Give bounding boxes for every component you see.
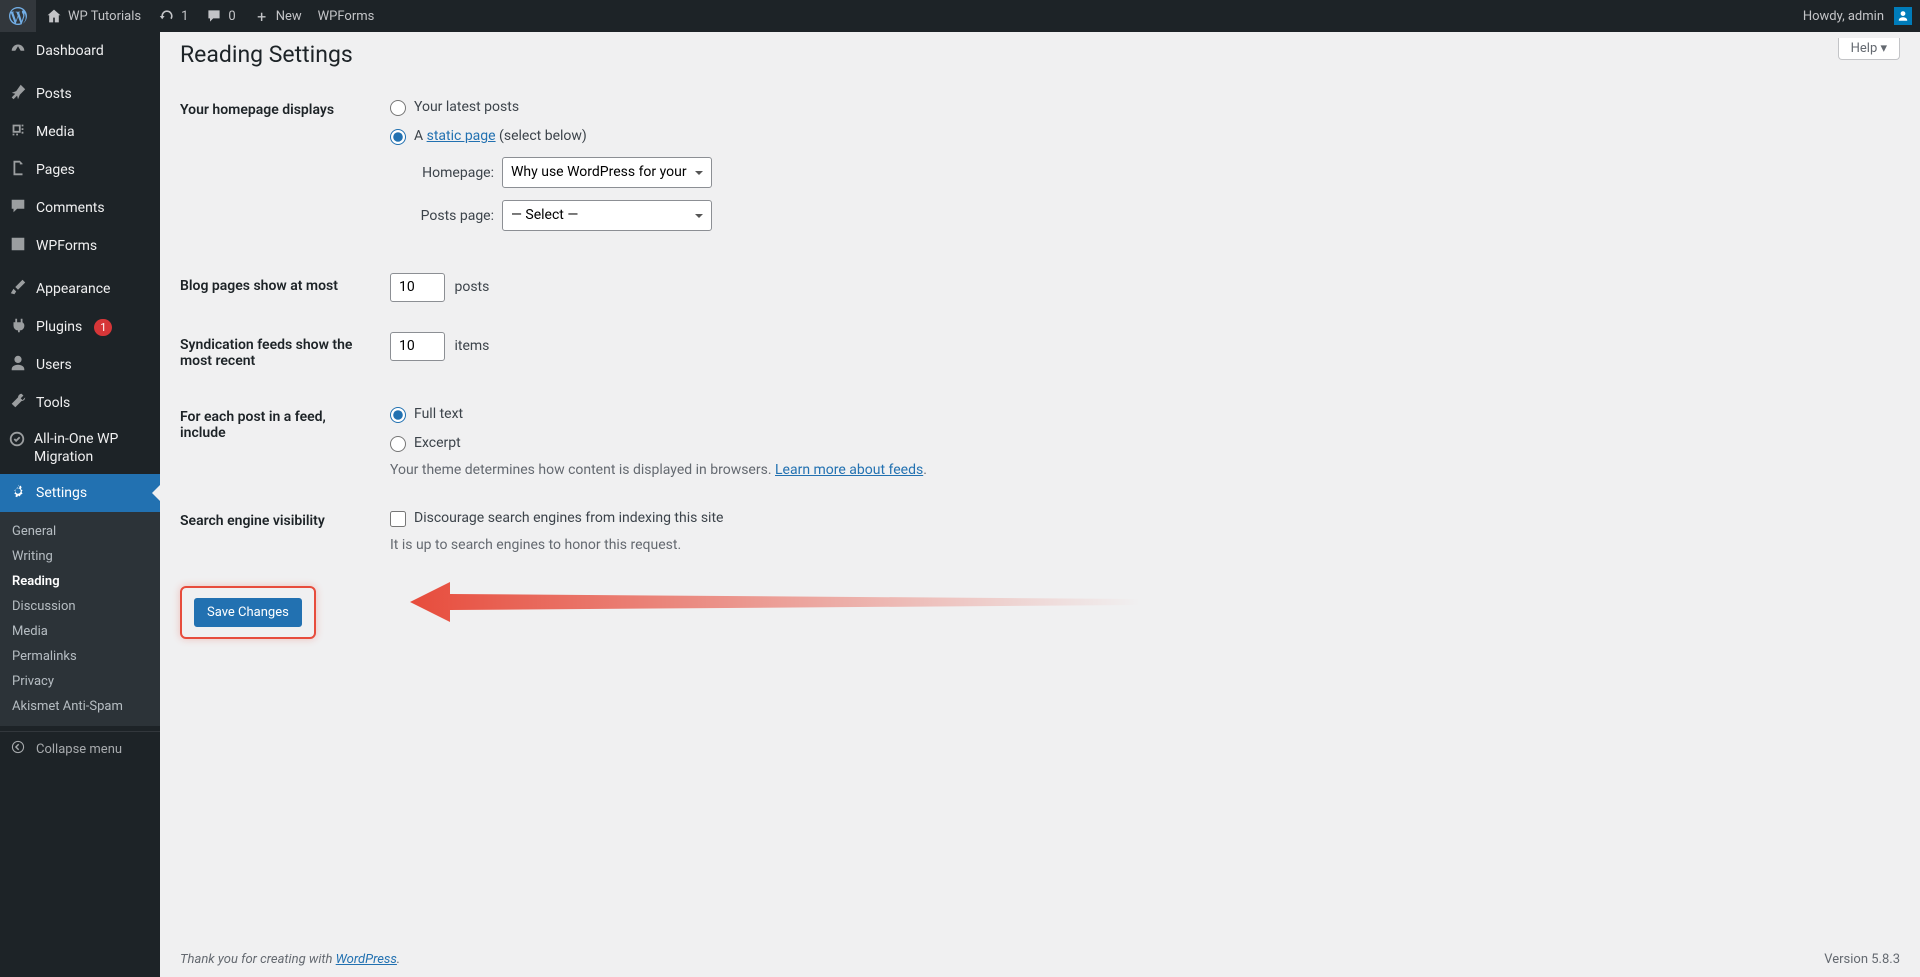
admin-footer: Thank you for creating with WordPress. V… [180, 952, 1900, 967]
visibility-label: Search engine visibility [180, 493, 380, 568]
plus-icon: + [252, 7, 272, 26]
home-icon [44, 8, 64, 24]
wordpress-icon [8, 7, 28, 25]
save-highlight: Save Changes [180, 586, 316, 639]
discourage-checkbox[interactable] [390, 511, 406, 527]
sidebar-item-appearance[interactable]: Appearance [0, 270, 160, 308]
sidebar-item-posts[interactable]: Posts [0, 75, 160, 113]
sidebar-item-users[interactable]: Users [0, 346, 160, 384]
learn-feeds-link[interactable]: Learn more about feeds [775, 462, 923, 478]
submenu-discussion[interactable]: Discussion [0, 594, 160, 619]
excerpt-label: Excerpt [414, 433, 461, 454]
submenu-reading[interactable]: Reading [0, 569, 160, 594]
plugins-badge: 1 [94, 319, 112, 336]
homepage-displays-label: Your homepage displays [180, 82, 380, 258]
settings-submenu: General Writing Reading Discussion Media… [0, 512, 160, 726]
dashboard-icon [8, 40, 28, 62]
wrench-icon [8, 392, 28, 414]
radio-latest-posts[interactable] [390, 100, 406, 116]
content-area: Help ▾ Reading Settings Your homepage di… [160, 32, 1920, 977]
site-name-text: WP Tutorials [68, 9, 141, 24]
sidebar-item-migration[interactable]: All-in-One WP Migration [0, 422, 160, 474]
submenu-general[interactable]: General [0, 519, 160, 544]
admin-sidebar: Dashboard Posts Media Pages Comments WPF… [0, 32, 160, 977]
static-page-link[interactable]: static page [427, 128, 496, 144]
comments-count: 0 [228, 9, 235, 24]
site-name-menu[interactable]: WP Tutorials [36, 0, 149, 32]
wpforms-label: WPForms [318, 9, 375, 24]
submenu-writing[interactable]: Writing [0, 544, 160, 569]
save-changes-button[interactable]: Save Changes [194, 598, 302, 627]
comments-menu[interactable]: 0 [196, 0, 243, 32]
syndication-label: Syndication feeds show the most recent [180, 317, 380, 389]
account-menu[interactable]: Howdy, admin [1795, 0, 1920, 32]
update-icon [157, 8, 177, 24]
sidebar-item-pages[interactable]: Pages [0, 151, 160, 189]
updates-menu[interactable]: 1 [149, 0, 196, 32]
submenu-permalinks[interactable]: Permalinks [0, 644, 160, 669]
homepage-select-label: Homepage: [414, 165, 494, 181]
syndication-unit: items [454, 338, 489, 354]
sidebar-item-plugins[interactable]: Plugins 1 [0, 308, 160, 346]
feed-include-label: For each post in a feed, include [180, 389, 380, 493]
submenu-akismet[interactable]: Akismet Anti-Spam [0, 694, 160, 719]
syndication-input[interactable] [390, 332, 445, 361]
comment-icon [8, 197, 28, 219]
sidebar-item-settings[interactable]: Settings [0, 474, 160, 512]
collapse-icon [8, 740, 28, 758]
sidebar-item-media[interactable]: Media [0, 113, 160, 151]
page-icon [8, 159, 28, 181]
howdy-text: Howdy, admin [1803, 9, 1884, 24]
full-text-label: Full text [414, 404, 463, 425]
brush-icon [8, 278, 28, 300]
wp-logo-menu[interactable] [0, 0, 36, 32]
new-label: New [276, 9, 302, 24]
sidebar-item-wpforms[interactable]: WPForms [0, 227, 160, 265]
radio-static-page[interactable] [390, 129, 406, 145]
radio-excerpt[interactable] [390, 436, 406, 452]
homepage-select[interactable]: Why use WordPress for your website? [502, 157, 712, 188]
discourage-label: Discourage search engines from indexing … [414, 508, 723, 529]
collapse-menu[interactable]: Collapse menu [0, 731, 160, 766]
version-text: Version 5.8.3 [1824, 952, 1900, 967]
submenu-media[interactable]: Media [0, 619, 160, 644]
submenu-privacy[interactable]: Privacy [0, 669, 160, 694]
blog-pages-label: Blog pages show at most [180, 258, 380, 317]
help-tab[interactable]: Help ▾ [1838, 38, 1900, 60]
sidebar-item-tools[interactable]: Tools [0, 384, 160, 422]
form-icon [8, 235, 28, 257]
settings-icon [8, 482, 28, 504]
posts-page-select[interactable]: — Select — [502, 200, 712, 231]
new-content-menu[interactable]: + New [244, 0, 310, 32]
annotation-arrow [410, 577, 1140, 627]
blog-pages-input[interactable] [390, 273, 445, 302]
wordpress-link[interactable]: WordPress [336, 952, 397, 967]
updates-count: 1 [181, 9, 188, 24]
posts-page-select-label: Posts page: [414, 208, 494, 224]
sidebar-item-comments[interactable]: Comments [0, 189, 160, 227]
comment-icon [204, 8, 224, 24]
page-title: Reading Settings [180, 32, 1900, 72]
discourage-desc: It is up to search engines to honor this… [390, 537, 1890, 553]
sidebar-item-dashboard[interactable]: Dashboard [0, 32, 160, 70]
media-icon [8, 121, 28, 143]
avatar [1894, 7, 1912, 25]
admin-toolbar: WP Tutorials 1 0 + New WPForms Howdy, ad… [0, 0, 1920, 32]
radio-full-text[interactable] [390, 407, 406, 423]
wpforms-menu[interactable]: WPForms [310, 0, 383, 32]
blog-pages-unit: posts [454, 279, 489, 295]
pin-icon [8, 83, 28, 105]
plugin-icon [8, 316, 28, 338]
migration-icon [8, 430, 26, 452]
user-icon [8, 354, 28, 376]
latest-posts-label: Your latest posts [414, 97, 519, 118]
